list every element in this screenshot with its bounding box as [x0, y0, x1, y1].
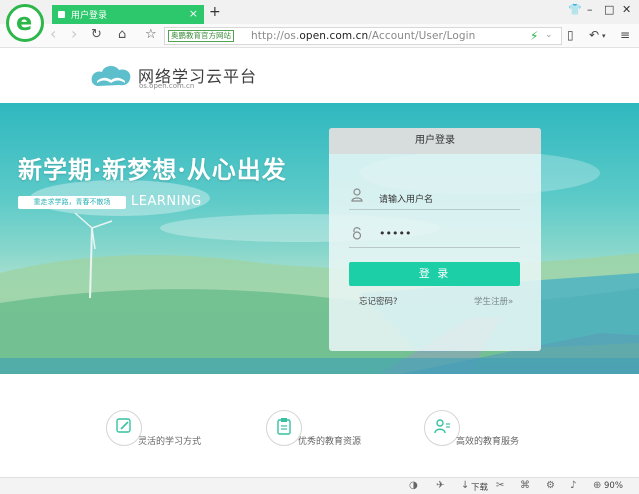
tab-title: 用户登录 — [71, 11, 108, 21]
chevron-down-icon[interactable]: ⌄ — [545, 30, 553, 40]
phone-icon[interactable]: ▯ — [567, 28, 574, 42]
sound-icon[interactable]: ♪ — [570, 480, 576, 491]
gamepad-icon[interactable]: ⌘ — [520, 480, 530, 491]
close-window-button[interactable]: ✕ — [622, 3, 631, 16]
user-service-icon — [433, 417, 451, 439]
feature-flexible-learning[interactable]: 灵活的学习方式 — [106, 410, 226, 450]
banner-learning-text: LEARNING — [131, 194, 202, 209]
site-domain: os.open.com.cn — [139, 82, 195, 90]
lightning-icon[interactable]: ⚡ — [530, 29, 538, 43]
browser-toolbar: ‹ › ↻ ⌂ ☆ 奥鹏教育官方网站 http://os.open.com.cn… — [0, 24, 639, 48]
download-icon[interactable]: ↓ — [461, 480, 469, 491]
user-icon — [351, 188, 363, 206]
banner-slogan: 新学期·新梦想·从心出发 — [18, 155, 287, 184]
pin-icon[interactable]: ✈ — [436, 480, 444, 491]
new-tab-button[interactable]: + — [209, 4, 221, 20]
maximize-button[interactable]: □ — [604, 3, 614, 16]
login-panel: 用户登录 请输入用户名 ••••• 登 录 忘记密码? 学生注册» — [329, 128, 541, 351]
bookmark-star-icon[interactable]: ☆ — [145, 27, 157, 42]
menu-icon[interactable]: ≡ — [620, 28, 630, 42]
cloud-book-logo-icon[interactable] — [88, 62, 134, 90]
password-input[interactable]: ••••• — [379, 227, 411, 240]
skin-icon[interactable]: 👕 — [568, 3, 582, 16]
browser-tab-bar: 用户登录 × + 👕 – □ ✕ — [0, 0, 639, 24]
edit-icon — [115, 417, 133, 439]
student-register-link[interactable]: 学生注册» — [474, 295, 513, 307]
feature-label: 优秀的教育资源 — [298, 437, 362, 447]
password-field[interactable]: ••••• — [349, 222, 520, 248]
tab-close-icon[interactable]: × — [189, 7, 198, 20]
reload-button[interactable]: ↻ — [91, 27, 102, 42]
back-button[interactable]: ‹ — [50, 24, 56, 43]
sync-icon[interactable]: ◑ — [409, 480, 418, 491]
forgot-password-link[interactable]: 忘记密码? — [359, 295, 398, 307]
username-input[interactable]: 请输入用户名 — [379, 192, 433, 205]
lock-icon — [351, 226, 363, 244]
hero-banner — [0, 103, 639, 374]
url-text[interactable]: http://os.open.com.cn/Account/User/Login — [251, 30, 475, 42]
banner-sub-pill: 重走求学路，青春不散场 — [18, 196, 126, 209]
home-button[interactable]: ⌂ — [118, 27, 126, 42]
download-label[interactable]: 下载 — [471, 481, 488, 493]
cut-icon[interactable]: ✂ — [496, 480, 504, 491]
clipboard-icon — [275, 417, 293, 439]
minimize-button[interactable]: – — [587, 3, 593, 16]
feature-label: 高效的教育服务 — [456, 437, 520, 447]
verified-site-badge[interactable]: 奥鹏教育官方网站 — [168, 30, 234, 42]
feature-edu-service[interactable]: 高效的教育服务 — [424, 410, 544, 450]
browser-tab-active[interactable]: 用户登录 × — [52, 5, 204, 24]
browser-logo-icon[interactable]: e — [6, 4, 44, 42]
forward-button[interactable]: › — [71, 24, 77, 43]
settings-icon[interactable]: ⚙ — [546, 480, 555, 491]
login-button[interactable]: 登 录 — [349, 262, 520, 286]
login-panel-title: 用户登录 — [329, 128, 541, 154]
browser-status-bar: ◑ ✈ ↓ 下载 ✂ ⌘ ⚙ ♪ ⊕ 90% — [0, 477, 639, 494]
username-field[interactable]: 请输入用户名 — [349, 184, 520, 210]
undo-dropdown-icon[interactable]: ▾ — [602, 32, 606, 40]
zoom-level[interactable]: 90% — [604, 481, 623, 491]
address-bar[interactable]: 奥鹏教育官方网站 http://os.open.com.cn/Account/U… — [164, 27, 562, 45]
landscape-illustration — [0, 151, 639, 374]
feature-edu-resources[interactable]: 优秀的教育资源 — [266, 410, 386, 450]
zoom-icon[interactable]: ⊕ — [593, 480, 601, 491]
feature-label: 灵活的学习方式 — [138, 437, 202, 447]
undo-icon[interactable]: ↶ — [589, 28, 599, 42]
tab-favicon-icon — [58, 11, 65, 18]
